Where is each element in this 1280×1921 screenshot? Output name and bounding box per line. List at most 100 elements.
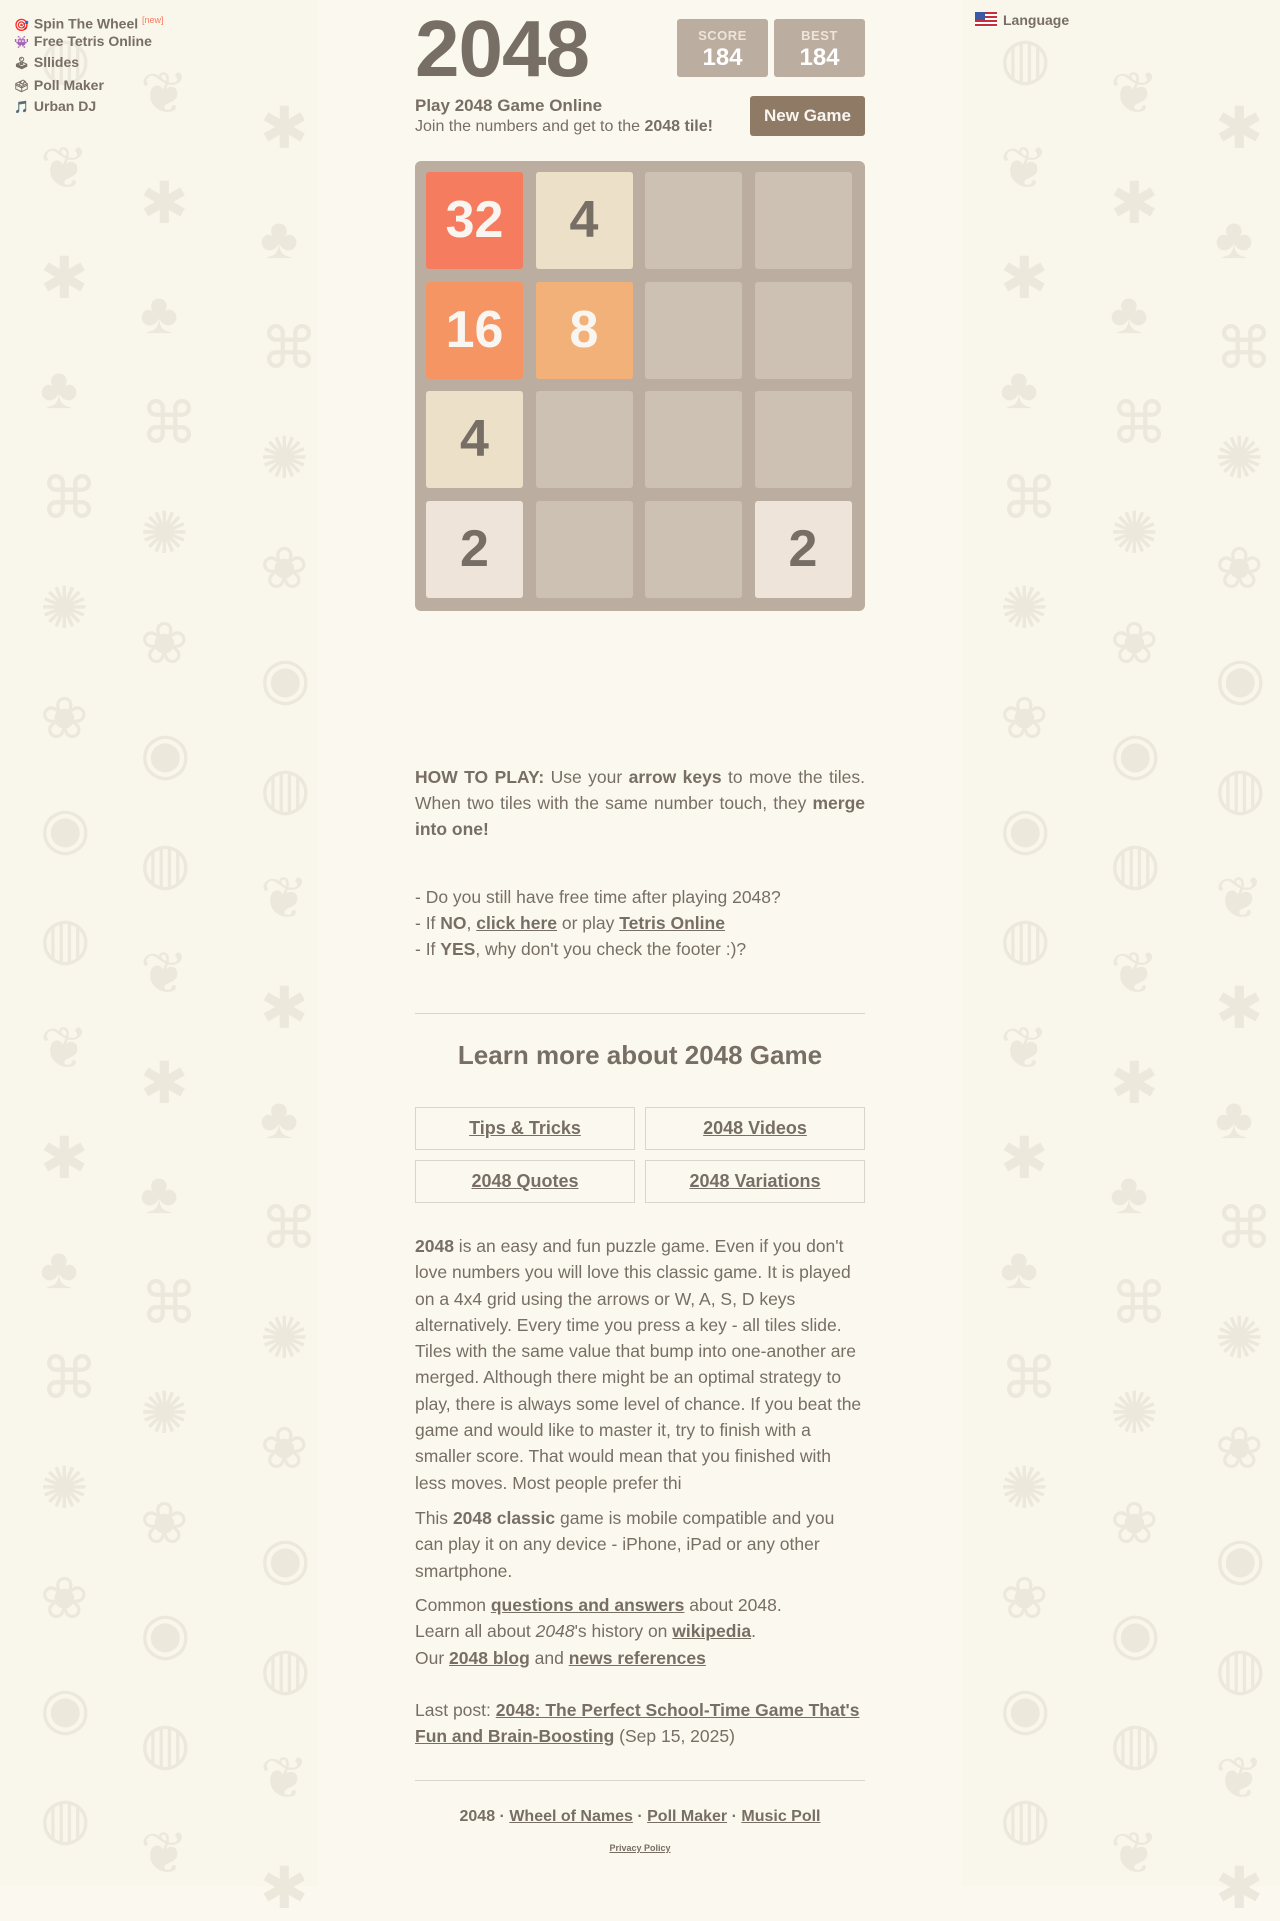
tile-2: 2 [426, 500, 523, 598]
background-fruit-icon: ✱ [260, 976, 309, 1041]
background-fruit-icon: ❦ [260, 866, 309, 931]
background-fruit-icon: ✺ [40, 576, 89, 641]
background-fruit-icon: ◍ [1000, 26, 1051, 91]
intro-prefix: Join the numbers and get to the [415, 118, 645, 135]
last-post-date: (Sep 15, 2025) [614, 1726, 735, 1747]
background-fruit-icon: ❦ [40, 1016, 89, 1081]
link-urban-dj[interactable]: 🎵 Urban DJ [14, 96, 164, 117]
link-free-tetris-online[interactable]: 👾 Free Tetris Online [14, 31, 164, 52]
background-fruit-icon: ◉ [1215, 1526, 1266, 1591]
mobile-paragraph: This 2048 classic game is mobile compati… [415, 1505, 865, 1584]
history-italic: 2048 [535, 1621, 575, 1642]
background-fruit-icon: ❦ [140, 941, 189, 1006]
link-sllides[interactable]: 🕹 Sllides [14, 52, 164, 73]
background-fruit-icon: ❀ [260, 536, 309, 601]
grid-cell [754, 281, 852, 379]
tile-8: 8 [535, 281, 633, 379]
background-fruit-icon: ❀ [1110, 1491, 1159, 1556]
background-fruit-icon: ◍ [1110, 831, 1161, 896]
link-spin-the-wheel[interactable]: 🎯 Spin The Wheel [new] [14, 10, 164, 32]
wikipedia-link[interactable]: wikipedia [672, 1621, 751, 1641]
background-fruit-icon: ✱ [140, 1051, 189, 1116]
new-game-button[interactable]: New Game [750, 96, 865, 136]
footer: 2048 · Wheel of Names · Poll Maker · Mus… [415, 1808, 865, 1826]
how-to-label: HOW TO PLAY: [415, 767, 545, 787]
faq-text: - If [415, 939, 441, 959]
background-fruit-icon: ◍ [140, 1711, 191, 1776]
background-fruit-icon: ⌘ [140, 1271, 198, 1336]
background-fruit-icon: ❀ [140, 1491, 189, 1556]
background-fruit-icon: ◉ [1215, 646, 1266, 711]
best-label: BEST [801, 28, 838, 43]
background-fruit-icon: ✱ [40, 246, 89, 311]
background-fruit-icon: ◉ [260, 646, 311, 711]
background-fruit-icon: ◍ [40, 906, 91, 971]
top-links: 🎯 Spin The Wheel [new] 👾 Free Tetris Onl… [14, 10, 164, 117]
tile-32: 32 [426, 172, 523, 269]
background-fruit-icon: ♣ [1110, 281, 1149, 346]
free-time-section: - Do you still have free time after play… [415, 884, 865, 962]
background-fruit-icon: ✱ [1215, 1856, 1264, 1921]
background-fruit-icon: ⌘ [1110, 391, 1168, 456]
background-fruit-icon: ♣ [40, 1236, 79, 1301]
news-references-link[interactable]: news references [569, 1648, 706, 1668]
grid-cell [645, 500, 742, 598]
background-fruit-icon: ✺ [40, 1456, 89, 1521]
background-fruit-icon: ✱ [1000, 1126, 1049, 1191]
intro-goal: 2048 tile! [644, 118, 713, 135]
intro-text: Join the numbers and get to the 2048 til… [415, 118, 713, 136]
background-fruit-icon: ♣ [1000, 1236, 1039, 1301]
background-fruit-icon: ◍ [40, 1786, 91, 1851]
background-fruit-icon: ✺ [1000, 576, 1049, 641]
footer-separator: · [495, 1808, 510, 1825]
background-fruit-icon: ✱ [140, 171, 189, 236]
variations-button[interactable]: 2048 Variations [645, 1160, 865, 1203]
about-paragraph: 2048 is an easy and fun puzzle game. Eve… [415, 1233, 865, 1496]
wheel-of-names-link[interactable]: Wheel of Names [509, 1808, 633, 1825]
background-fruit-icon: ◍ [260, 756, 311, 821]
tetris-online-link[interactable]: Tetris Online [619, 913, 725, 933]
click-here-link[interactable]: click here [476, 913, 557, 933]
background-fruit-icon: ❦ [1000, 136, 1049, 201]
alien-icon: 👾 [14, 35, 29, 49]
tile-16: 16 [426, 281, 523, 379]
blog-link[interactable]: 2048 blog [449, 1648, 530, 1668]
privacy-policy-link[interactable]: Privacy Policy [609, 1843, 670, 1853]
background-fruit-icon: ✺ [260, 1306, 309, 1371]
link-poll-maker[interactable]: 🗳 Poll Maker [14, 75, 164, 96]
background-fruit-icon: ◍ [1215, 756, 1266, 821]
link-label: Spin The Wheel [33, 15, 139, 32]
qa-text: Common [415, 1595, 491, 1615]
background-fruit-icon: ◉ [1000, 796, 1051, 861]
tile-4: 4 [535, 172, 633, 269]
link-label: Poll Maker [33, 77, 104, 93]
language-label: Language [1003, 12, 1070, 28]
learn-more-heading: Learn more about 2048 Game [457, 1040, 823, 1070]
last-post: Last post: 2048: The Perfect School-Time… [415, 1697, 865, 1750]
background-fruit-icon: ◉ [1110, 1601, 1161, 1666]
score-box: SCORE 184 [677, 19, 768, 77]
background-fruit-icon: ❀ [1000, 686, 1049, 751]
background-fruit-icon: ✺ [1000, 1456, 1049, 1521]
music-poll-link[interactable]: Music Poll [741, 1808, 820, 1825]
poll-maker-link[interactable]: Poll Maker [647, 1808, 727, 1825]
background-fruit-icon: ◉ [140, 1601, 191, 1666]
background-fruit-icon: ◉ [40, 796, 91, 861]
faq-text: , [466, 913, 477, 933]
faq-text: , why don't you check the footer :)? [475, 939, 747, 959]
privacy-row: Privacy Policy [415, 1843, 865, 1853]
background-fruit-icon: ❀ [40, 1566, 89, 1631]
videos-button[interactable]: 2048 Videos [645, 1107, 865, 1150]
background-fruit-icon: ◍ [1000, 906, 1051, 971]
grid-cell [754, 391, 852, 488]
mobile-text: This [415, 1508, 453, 1528]
tips-and-tricks-button[interactable]: Tips & Tricks [415, 1107, 635, 1150]
footer-brand: 2048 [459, 1808, 496, 1825]
background-fruit-icon: ♣ [1215, 206, 1254, 271]
questions-and-answers-link[interactable]: questions and answers [491, 1595, 685, 1615]
background-fruit-icon: ❀ [40, 686, 89, 751]
language-selector[interactable]: Language [975, 12, 1069, 28]
quotes-button[interactable]: 2048 Quotes [415, 1160, 635, 1203]
background-fruit-icon: ✱ [260, 96, 309, 161]
game-board[interactable]: 32 4 16 8 4 2 2 [415, 161, 865, 611]
